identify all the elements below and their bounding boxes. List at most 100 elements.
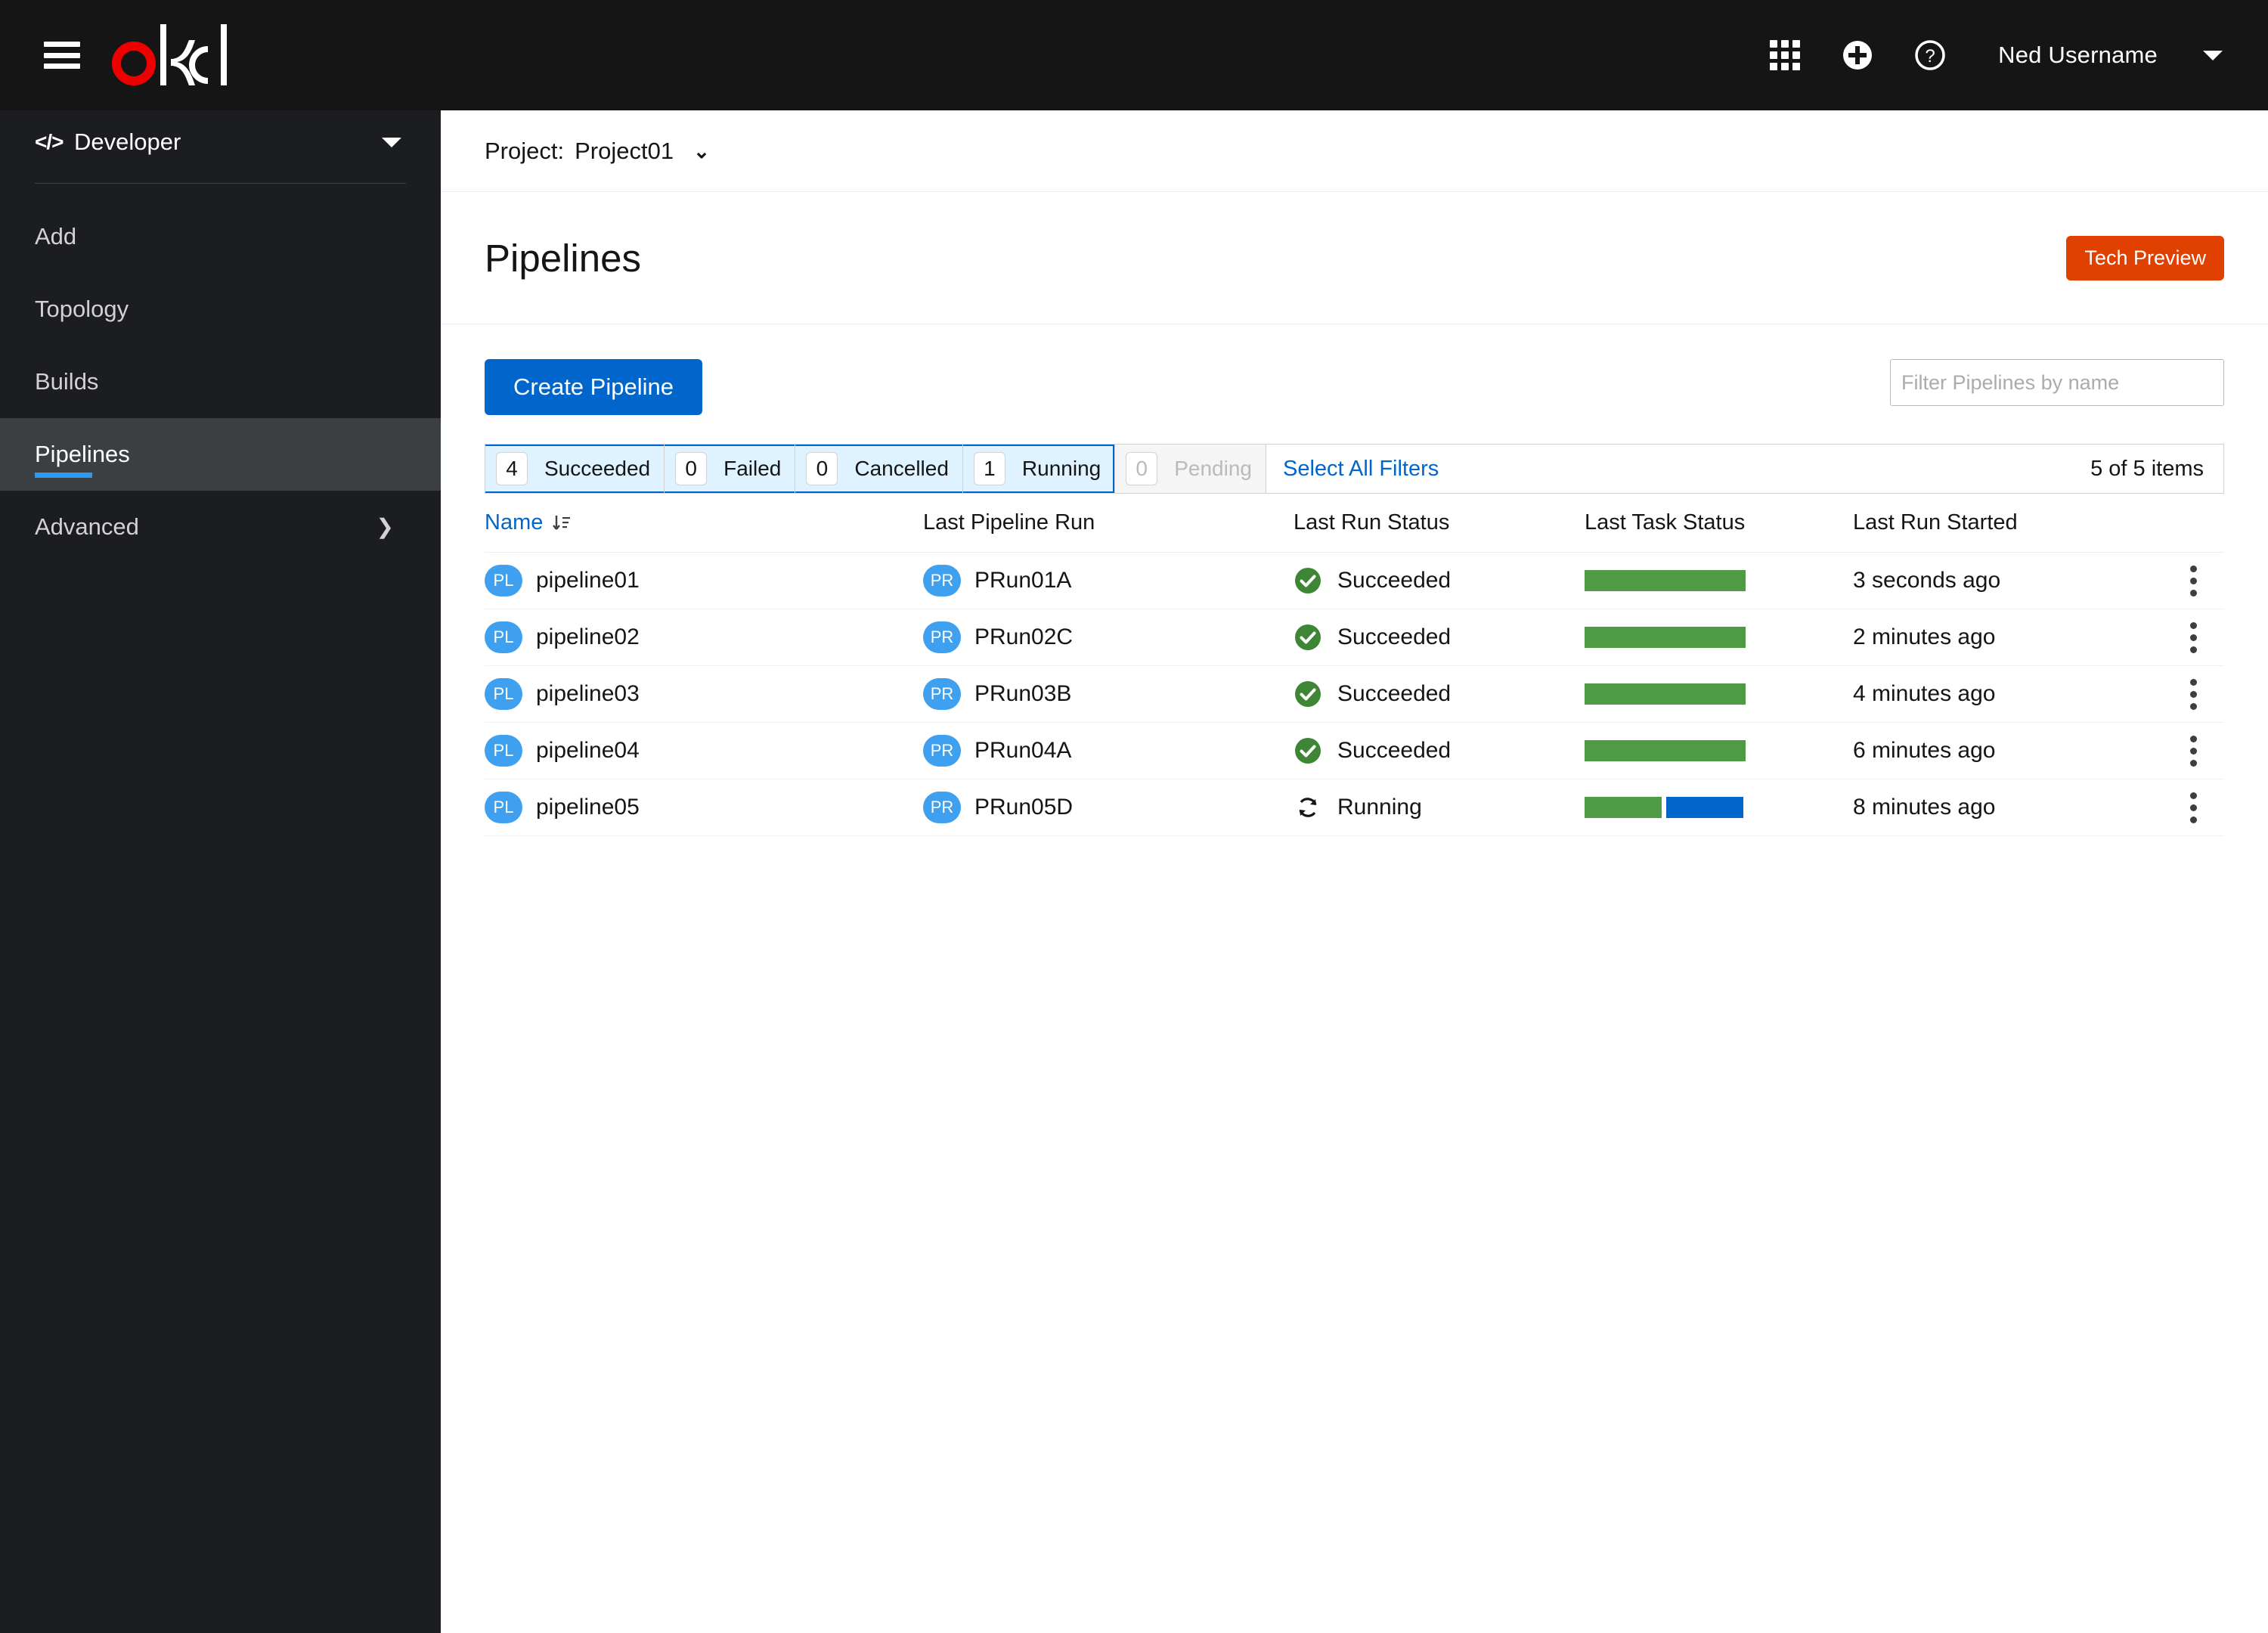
cell-last-run-started: 6 minutes ago bbox=[1853, 738, 1996, 763]
sidebar-item-advanced[interactable]: Advanced ❯ bbox=[0, 491, 441, 563]
pipelinerun-name-link[interactable]: PRun02C bbox=[974, 624, 1073, 650]
sidebar-item-pipelines[interactable]: Pipelines bbox=[0, 418, 441, 491]
status-label: Succeeded bbox=[1337, 681, 1452, 706]
table-row[interactable]: PL pipeline05 PR PRun05D Running 8 minutes ag… bbox=[485, 779, 2224, 836]
pipelinerun-name-link[interactable]: PRun01A bbox=[974, 568, 1071, 593]
list-toolbar: Create Pipeline bbox=[441, 324, 2268, 415]
toolbar-spacer bbox=[1455, 445, 2071, 493]
masthead-actions: ? Ned Username bbox=[1749, 19, 2223, 91]
cell-last-task-status bbox=[1585, 797, 1853, 818]
cell-actions bbox=[2170, 618, 2224, 658]
task-status-segment bbox=[1666, 797, 1743, 818]
cell-last-run-started: 2 minutes ago bbox=[1853, 624, 1996, 649]
cell-last-run-status: Running bbox=[1294, 793, 1585, 822]
perspective-caret-down-icon bbox=[382, 137, 401, 147]
pipeline-name-link[interactable]: pipeline05 bbox=[536, 795, 640, 820]
kebab-menu-icon[interactable] bbox=[2188, 731, 2198, 771]
pipelinerun-name-link[interactable]: PRun04A bbox=[974, 738, 1071, 764]
filter-chip-count: 4 bbox=[496, 452, 528, 485]
project-chevron-down-icon[interactable]: ⌄ bbox=[693, 141, 710, 161]
task-status-segment bbox=[1585, 740, 1746, 761]
select-all-filters-link[interactable]: Select All Filters bbox=[1266, 445, 1456, 493]
status-filter-toolbar: 4 Succeeded 0 Failed 0 Cancelled 1 Runni… bbox=[485, 444, 2224, 494]
cell-last-pipeline-run: PR PRun05D bbox=[923, 792, 1294, 823]
plus-circle-icon[interactable] bbox=[1821, 19, 1894, 91]
okd-logo[interactable] bbox=[110, 21, 235, 89]
masthead: ? Ned Username bbox=[0, 0, 2268, 110]
applications-grid-icon[interactable] bbox=[1749, 19, 1821, 91]
question-circle-icon[interactable]: ? bbox=[1894, 19, 1966, 91]
pipelinerun-badge-icon: PR bbox=[923, 621, 961, 653]
check-circle-icon bbox=[1294, 680, 1322, 708]
hamburger-icon[interactable] bbox=[44, 42, 80, 69]
sidebar-item-topology[interactable]: Topology bbox=[0, 273, 441, 346]
main-content: Project: Project01 ⌄ Pipelines Tech Prev… bbox=[441, 110, 2268, 1633]
cell-name: PL pipeline02 bbox=[485, 621, 923, 653]
cell-last-run-status: Succeeded bbox=[1294, 680, 1585, 708]
pipelines-table: Name Last Pipeline Run Last Run Status L… bbox=[485, 494, 2224, 836]
column-header-last-run-status: Last Run Status bbox=[1294, 510, 1450, 535]
filter-chip-failed[interactable]: 0 Failed bbox=[665, 445, 796, 493]
kebab-menu-icon[interactable] bbox=[2188, 561, 2198, 601]
cell-last-run-started: 8 minutes ago bbox=[1853, 795, 1996, 820]
table-row[interactable]: PL pipeline03 PR PRun03B Succeeded 4 minutes … bbox=[485, 666, 2224, 723]
filter-chip-pending[interactable]: 0 Pending bbox=[1115, 445, 1266, 493]
cell-last-pipeline-run: PR PRun04A bbox=[923, 735, 1294, 767]
sort-amount-down-icon bbox=[552, 513, 572, 533]
task-status-bar bbox=[1585, 570, 1750, 591]
pipelinerun-badge-icon: PR bbox=[923, 678, 961, 710]
active-indicator bbox=[35, 473, 92, 478]
user-menu-caret-down-icon[interactable] bbox=[2203, 50, 2223, 60]
filter-chip-succeeded[interactable]: 4 Succeeded bbox=[485, 445, 665, 493]
project-label: Project: bbox=[485, 137, 565, 164]
code-icon: </> bbox=[35, 130, 64, 153]
cell-last-task-status bbox=[1585, 740, 1853, 761]
pipeline-name-link[interactable]: pipeline01 bbox=[536, 568, 640, 593]
perspective-switcher[interactable]: </> Developer bbox=[0, 110, 441, 174]
tech-preview-badge[interactable]: Tech Preview bbox=[2066, 235, 2224, 280]
filter-chip-label: Running bbox=[1021, 457, 1101, 480]
user-menu-label[interactable]: Ned Username bbox=[1998, 42, 2158, 69]
sidebar-item-builds[interactable]: Builds bbox=[0, 346, 441, 418]
filter-pipelines-input[interactable] bbox=[1890, 359, 2224, 406]
cell-name: PL pipeline01 bbox=[485, 565, 923, 596]
kebab-menu-icon[interactable] bbox=[2188, 788, 2198, 828]
cell-last-run-started: 3 seconds ago bbox=[1853, 568, 2001, 593]
filter-chip-count: 0 bbox=[675, 452, 708, 485]
cell-actions bbox=[2170, 674, 2224, 714]
project-selector-value[interactable]: Project01 bbox=[575, 138, 674, 165]
cell-name: PL pipeline04 bbox=[485, 735, 923, 767]
cell-actions bbox=[2170, 731, 2224, 771]
pipeline-badge-icon: PL bbox=[485, 565, 522, 596]
filter-chip-running[interactable]: 1 Running bbox=[962, 445, 1116, 493]
page-header: Pipelines Tech Preview bbox=[441, 192, 2268, 324]
filter-chip-cancelled[interactable]: 0 Cancelled bbox=[795, 445, 963, 493]
sidebar-item-label: Pipelines bbox=[35, 441, 130, 467]
cell-last-run-started: 4 minutes ago bbox=[1853, 681, 1996, 706]
table-row[interactable]: PL pipeline02 PR PRun02C Succeeded 2 minutes … bbox=[485, 609, 2224, 666]
pipeline-name-link[interactable]: pipeline02 bbox=[536, 624, 640, 650]
table-row[interactable]: PL pipeline04 PR PRun04A Succeeded 6 minutes … bbox=[485, 723, 2224, 779]
kebab-menu-icon[interactable] bbox=[2188, 674, 2198, 714]
pipeline-badge-icon: PL bbox=[485, 621, 522, 653]
status-label: Succeeded bbox=[1337, 738, 1452, 763]
pipeline-badge-icon: PL bbox=[485, 735, 522, 767]
sidebar-divider bbox=[35, 183, 406, 184]
table-row[interactable]: PL pipeline01 PR PRun01A Succeeded 3 seconds … bbox=[485, 553, 2224, 609]
cell-last-run-status: Succeeded bbox=[1294, 736, 1585, 765]
create-pipeline-button[interactable]: Create Pipeline bbox=[485, 359, 702, 415]
pipeline-name-link[interactable]: pipeline04 bbox=[536, 738, 640, 764]
column-header-name[interactable]: Name bbox=[485, 510, 923, 535]
okd-console-page: ? Ned Username </> Developer Add Topolog… bbox=[0, 0, 2268, 1633]
pipelinerun-name-link[interactable]: PRun03B bbox=[974, 681, 1071, 707]
sidebar-item-label: Advanced bbox=[35, 513, 139, 540]
pipelinerun-name-link[interactable]: PRun05D bbox=[974, 795, 1073, 820]
chevron-right-icon: ❯ bbox=[376, 515, 394, 538]
cell-last-pipeline-run: PR PRun01A bbox=[923, 565, 1294, 596]
kebab-menu-icon[interactable] bbox=[2188, 618, 2198, 658]
cell-last-task-status bbox=[1585, 570, 1853, 591]
sidebar-item-add[interactable]: Add bbox=[0, 200, 441, 273]
filter-chip-label: Pending bbox=[1174, 457, 1252, 480]
pipeline-name-link[interactable]: pipeline03 bbox=[536, 681, 640, 707]
project-bar: Project: Project01 ⌄ bbox=[441, 110, 2268, 192]
